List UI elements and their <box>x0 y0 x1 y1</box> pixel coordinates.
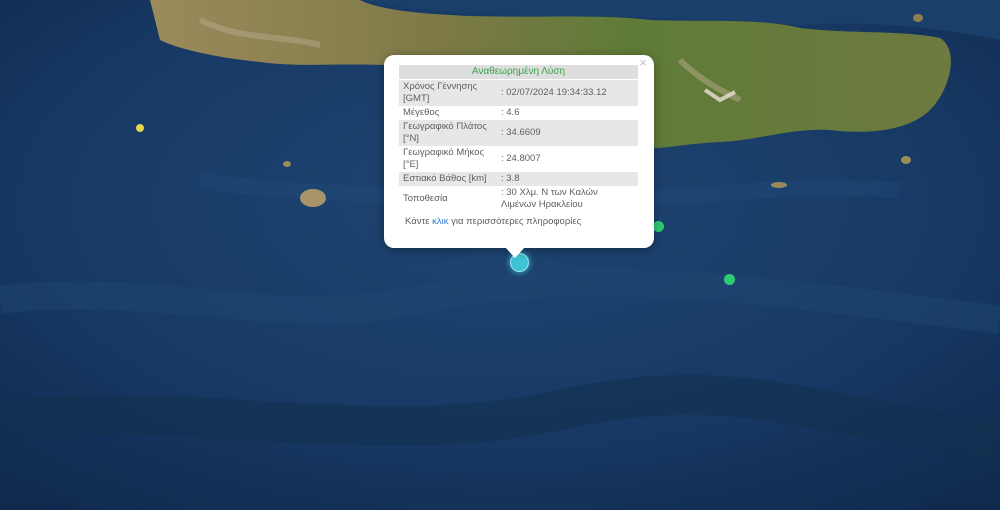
gavdos-island <box>300 189 326 207</box>
footer-suffix: για περισσότερες πληροφορίες <box>448 216 582 227</box>
popup-pointer <box>505 247 525 258</box>
close-icon[interactable]: × <box>636 56 650 70</box>
koufonisi-island <box>901 156 911 164</box>
row-label: Χρόνος Γέννησης [GMT] <box>399 80 497 106</box>
earthquake-marker-yellow[interactable] <box>136 124 144 132</box>
footer-prefix: Κάντε <box>405 216 433 227</box>
row-label: Μέγεθος <box>403 107 440 118</box>
row-label: Γεωγραφικό Μήκος [°E] <box>403 147 485 170</box>
gavdopoula-island <box>283 161 291 167</box>
row-label: Εστιακό Βάθος [km] <box>399 172 497 186</box>
table-row: Εστιακό Βάθος [km] : 3.8 <box>399 172 638 186</box>
table-row: Γεωγραφικό Μήκος [°E] : 24.8007 <box>399 146 638 172</box>
more-info-text: Κάντε κλικ για περισσότερες πληροφορίες <box>399 212 638 227</box>
row-value: : 02/07/2024 19:34:33.12 <box>497 80 638 106</box>
row-value: : 34.6609 <box>497 120 638 146</box>
popup-title: Αναθεωρημένη Λύση <box>399 65 638 79</box>
dia-island <box>913 14 923 22</box>
earthquake-marker-green[interactable] <box>653 221 664 232</box>
table-row: Μέγεθος : 4.6 <box>399 106 638 120</box>
earthquake-info-popup: × Αναθεωρημένη Λύση Χρόνος Γέννησης [GMT… <box>384 55 654 248</box>
row-value: : 3.8 <box>497 172 638 186</box>
table-row: Χρόνος Γέννησης [GMT] : 02/07/2024 19:34… <box>399 80 638 106</box>
earthquake-marker-green[interactable] <box>724 274 735 285</box>
earthquake-details-table: Χρόνος Γέννησης [GMT] : 02/07/2024 19:34… <box>399 80 638 212</box>
table-row: Γεωγραφικό Πλάτος [°N] : 34.6609 <box>399 120 638 146</box>
more-info-link[interactable]: κλικ <box>432 216 448 227</box>
row-label: Τοποθεσία <box>403 193 448 204</box>
row-value: : 30 Χλμ. Ν των Καλών Λιμένων Ηρακλείου <box>501 187 598 210</box>
row-value: : 24.8007 <box>501 153 541 164</box>
chrysi-island <box>771 182 787 188</box>
table-row: Τοποθεσία : 30 Χλμ. Ν των Καλών Λιμένων … <box>399 186 638 212</box>
row-label: Γεωγραφικό Πλάτος [°N] <box>399 120 497 146</box>
seafloor-trench <box>0 374 1000 460</box>
row-value: : 4.6 <box>501 107 520 118</box>
